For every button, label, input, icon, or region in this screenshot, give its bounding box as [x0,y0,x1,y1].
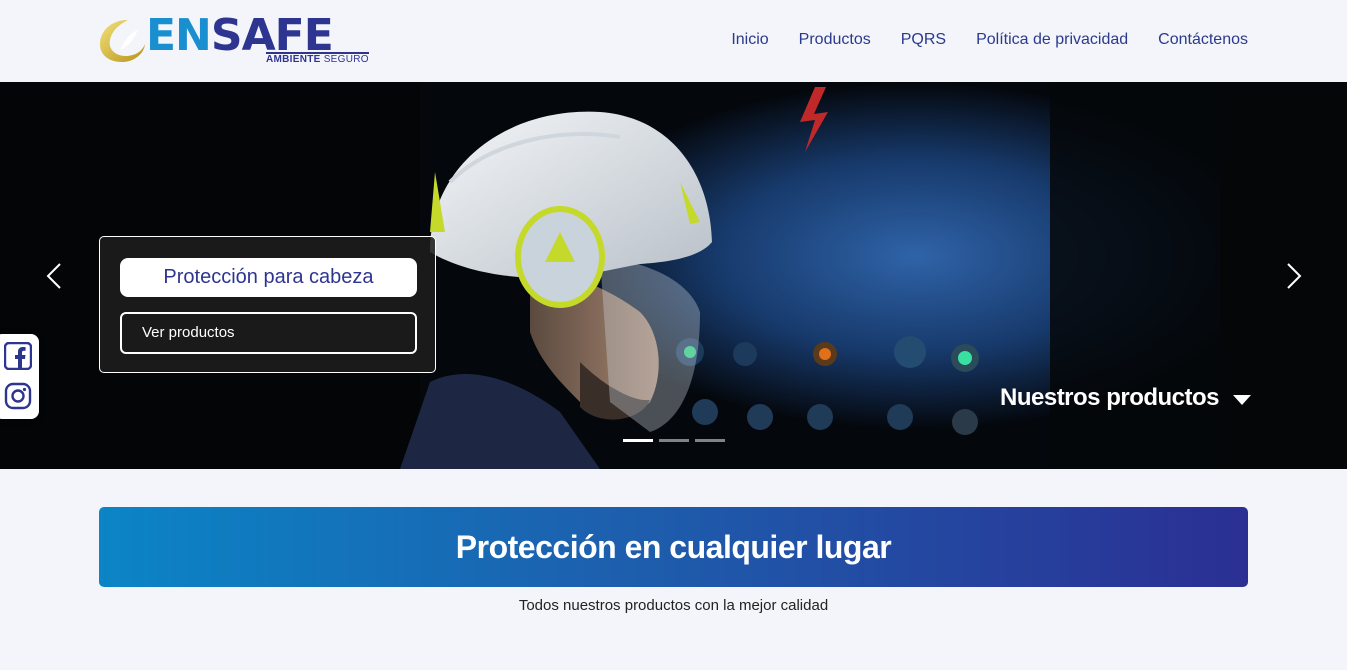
instagram-icon[interactable] [4,382,32,410]
nuestros-productos-link[interactable]: Nuestros productos [1000,384,1252,412]
nav-politica-privacidad[interactable]: Política de privacidad [976,30,1128,50]
main-nav: Inicio Productos PQRS Política de privac… [731,30,1248,50]
logo-en: EN [146,10,212,61]
carousel-next-icon[interactable] [1282,260,1306,292]
indicator-2[interactable] [659,439,689,442]
nuestros-productos-label: Nuestros productos [1000,384,1220,411]
logo-tagline: AMBIENTE SEGURO [266,52,369,65]
caret-down-icon [1233,395,1252,405]
facebook-icon[interactable] [4,342,32,370]
tagline-bold: AMBIENTE [266,54,321,65]
nav-productos[interactable]: Productos [799,30,871,50]
indicator-3[interactable] [695,439,725,442]
ver-productos-button[interactable]: Ver productos [120,312,417,354]
nav-contactenos[interactable]: Contáctenos [1158,30,1248,50]
indicator-1[interactable] [623,439,653,442]
banner-subtitle: Todos nuestros productos con la mejor ca… [518,597,829,614]
protection-banner: Protección en cualquier lugar [99,507,1248,587]
banner-title: Protección en cualquier lugar [455,529,892,565]
social-floater [0,334,39,419]
slide-caption: Protección para cabeza Ver productos [99,236,436,373]
tagline-light: SEGURO [320,54,369,65]
carousel-indicators [623,439,725,442]
ensafe-logo[interactable]: ENSAFE AMBIENTE SEGURO [98,12,403,66]
site-header: ENSAFE AMBIENTE SEGURO Inicio Productos … [0,0,1347,82]
nav-pqrs[interactable]: PQRS [901,30,946,50]
nav-inicio[interactable]: Inicio [731,30,768,50]
carousel-prev-icon[interactable] [42,260,66,292]
hero-carousel: Protección para cabeza Ver productos Nue… [0,82,1347,469]
caption-title: Protección para cabeza [120,258,417,297]
logo-mark-icon [100,20,145,62]
